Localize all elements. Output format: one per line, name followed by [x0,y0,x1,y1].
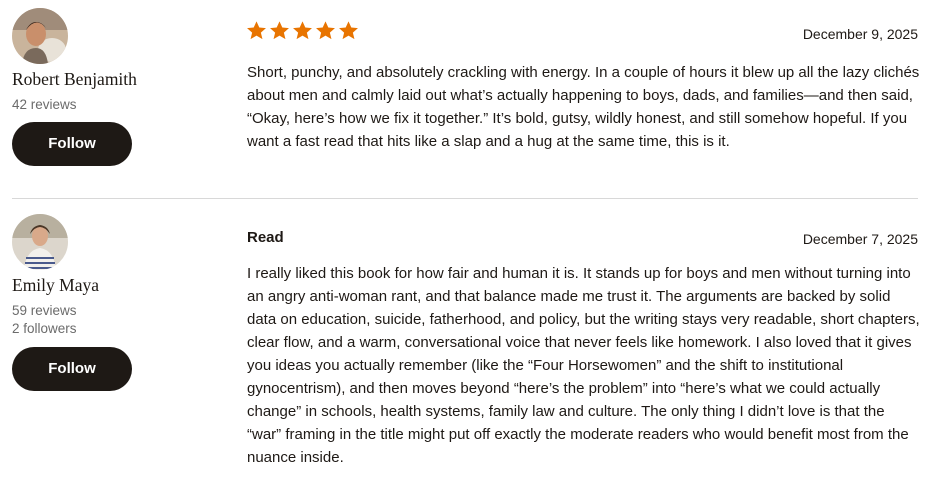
reviewer-review-count: 42 reviews [12,97,77,112]
rating-stars [246,20,359,41]
review-date[interactable]: December 9, 2025 [803,26,918,42]
avatar[interactable] [12,8,68,64]
reviewer-name[interactable]: Robert Benjamith [12,69,137,90]
follow-button[interactable]: Follow [12,122,132,166]
review-date[interactable]: December 7, 2025 [803,231,918,247]
star-icon [270,21,289,40]
star-icon [339,21,358,40]
shelf-label: Read [247,229,284,246]
avatar-photo [12,8,68,64]
avatar-photo [12,214,68,270]
reviewer-review-count: 59 reviews [12,303,77,318]
review-card: Robert Benjamith 42 reviews Follow Decem… [0,0,945,198]
reviewer-name[interactable]: Emily Maya [12,275,99,296]
star-icon [247,21,266,40]
review-text: I really liked this book for how fair an… [247,265,920,466]
review-card: Emily Maya 59 reviews 2 followers Follow… [0,199,945,486]
star-icon [316,21,335,40]
review-text: Short, punchy, and absolutely crackling … [247,64,920,150]
avatar[interactable] [12,214,68,270]
star-icon [293,21,312,40]
follow-button[interactable]: Follow [12,347,132,391]
reviewer-follower-count: 2 followers [12,321,77,336]
